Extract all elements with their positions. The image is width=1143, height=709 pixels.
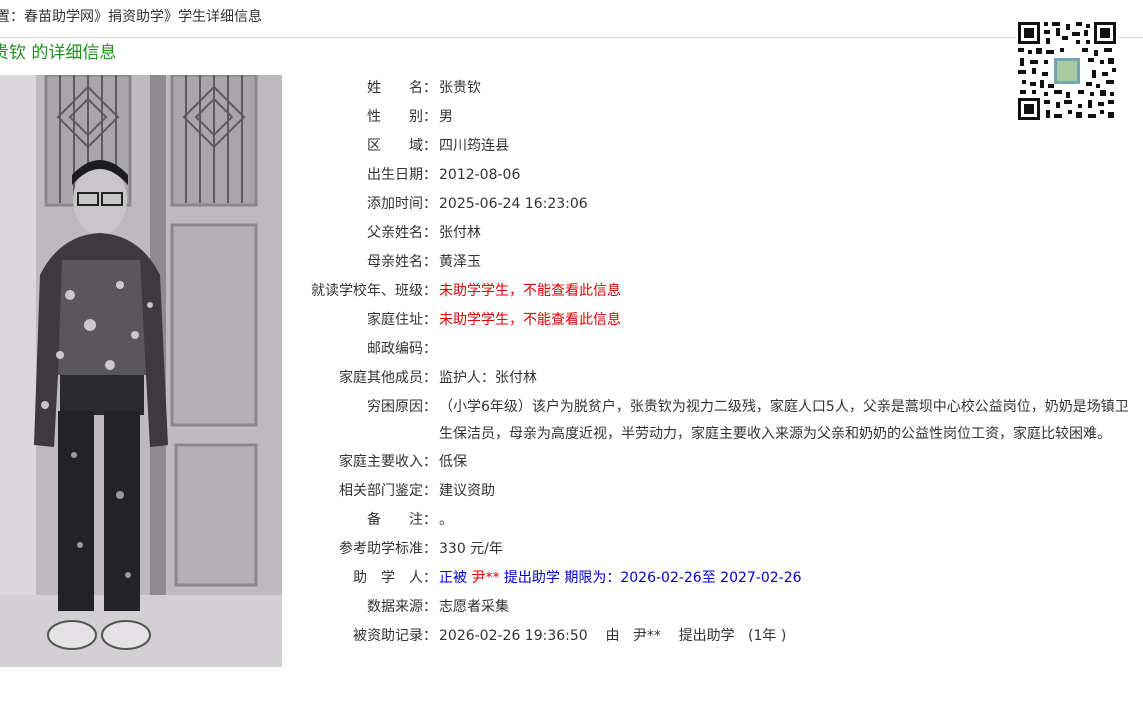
field-name: 姓 名： 张贵钦	[282, 74, 1143, 103]
field-value	[437, 335, 1143, 364]
field-address: 家庭住址： 未助学学生，不能查看此信息	[282, 306, 1143, 335]
student-photo	[0, 75, 282, 667]
field-birth: 出生日期： 2012-08-06	[282, 161, 1143, 190]
breadcrumb-prefix: 置：	[0, 9, 24, 25]
field-label: 姓 名：	[367, 80, 437, 96]
record-time: 2026-02-26 19:36:50	[439, 628, 588, 644]
breadcrumb-separator: 》	[94, 9, 108, 25]
restricted-value: 未助学学生，不能查看此信息	[439, 312, 621, 328]
field-value: 四川筠连县	[439, 138, 509, 154]
header-divider	[0, 37, 1143, 38]
field-gender: 性 别： 男	[282, 103, 1143, 132]
breadcrumb-current: 学生详细信息	[178, 9, 262, 25]
breadcrumb-link-section[interactable]: 捐资助学	[108, 9, 164, 25]
field-value: 张贵钦	[439, 80, 481, 96]
field-label: 穷困原因：	[367, 399, 437, 415]
field-standard: 参考助学标准： 330 元/年	[282, 535, 1143, 564]
field-label: 家庭主要收入：	[339, 454, 437, 470]
field-mother: 母亲姓名： 黄泽玉	[282, 248, 1143, 277]
breadcrumb: 置：春苗助学网》捐资助学》学生详细信息	[0, 6, 262, 28]
field-value: 张付林	[439, 225, 481, 241]
sponsor-donor: 尹**	[471, 570, 500, 586]
field-value: 监护人：张付林	[439, 370, 537, 386]
field-value: 2012-08-06	[439, 167, 521, 183]
field-label: 数据来源：	[367, 599, 437, 615]
field-source: 数据来源： 志愿者采集	[282, 593, 1143, 622]
record-action: 提出助学	[678, 628, 735, 644]
field-label: 就读学校年、班级：	[311, 283, 437, 299]
field-label: 出生日期：	[367, 167, 437, 183]
field-appraisal: 相关部门鉴定： 建议资助	[282, 477, 1143, 506]
field-value: 男	[439, 109, 453, 125]
field-school: 就读学校年、班级： 未助学学生，不能查看此信息	[282, 277, 1143, 306]
field-value: （小学6年级）该户为脱贫户，张贵钦为视力二级残，家庭人口5人，父亲是蒿坝中心校公…	[439, 399, 1129, 442]
field-value: 黄泽玉	[439, 254, 481, 270]
field-label: 区 域：	[367, 138, 437, 154]
field-label: 助 学 人：	[353, 570, 437, 586]
field-region: 区 域： 四川筠连县	[282, 132, 1143, 161]
field-father: 父亲姓名： 张付林	[282, 219, 1143, 248]
field-added: 添加时间： 2025-06-24 16:23:06	[282, 190, 1143, 219]
field-sponsor: 助 学 人： 正被 尹** 提出助学 期限为：2026-02-26至 2027-…	[282, 564, 1143, 593]
restricted-value: 未助学学生，不能查看此信息	[439, 283, 621, 299]
sponsor-prefix: 正被	[439, 570, 467, 586]
field-members: 家庭其他成员： 监护人：张付林	[282, 364, 1143, 393]
sponsor-status: 正被 尹** 提出助学 期限为：2026-02-26至 2027-02-26	[437, 564, 1143, 593]
student-details: 姓 名： 张贵钦 性 别： 男 区 域： 四川筠连县 出生日期： 2012-08…	[282, 74, 1143, 651]
record-donor: 尹**	[632, 628, 661, 644]
field-label: 家庭其他成员：	[339, 370, 437, 386]
field-value: 330 元/年	[439, 541, 503, 557]
field-value: 2025-06-24 16:23:06	[439, 196, 588, 212]
field-label: 被资助记录：	[353, 628, 437, 644]
field-value: 。	[439, 512, 453, 528]
page-title: 贵钦 的详细信息	[0, 43, 117, 63]
field-remark: 备 注： 。	[282, 506, 1143, 535]
sponsorship-record: 2026-02-26 19:36:50 由 尹** 提出助学 (1年 )	[437, 622, 1143, 651]
field-reason: 穷困原因： （小学6年级）该户为脱贫户，张贵钦为视力二级残，家庭人口5人，父亲是…	[282, 393, 1143, 448]
field-label: 母亲姓名：	[367, 254, 437, 270]
record-by: 由	[605, 628, 620, 644]
field-value: 志愿者采集	[439, 599, 509, 615]
field-income: 家庭主要收入： 低保	[282, 448, 1143, 477]
field-label: 家庭住址：	[367, 312, 437, 328]
field-label: 性 别：	[367, 109, 437, 125]
field-label: 添加时间：	[367, 196, 437, 212]
field-value: 建议资助	[439, 483, 495, 499]
field-label: 相关部门鉴定：	[339, 483, 437, 499]
breadcrumb-link-home[interactable]: 春苗助学网	[24, 9, 94, 25]
record-duration: (1年 )	[748, 628, 787, 644]
field-label: 参考助学标准：	[339, 541, 437, 557]
breadcrumb-separator: 》	[164, 9, 178, 25]
sponsor-period: 提出助学 期限为：2026-02-26至 2027-02-26	[503, 570, 802, 586]
field-value: 低保	[439, 454, 467, 470]
field-record: 被资助记录： 2026-02-26 19:36:50 由 尹** 提出助学 (1…	[282, 622, 1143, 651]
field-postcode: 邮政编码：	[282, 335, 1143, 364]
field-label: 备 注：	[367, 512, 437, 528]
field-label: 父亲姓名：	[367, 225, 437, 241]
field-label: 邮政编码：	[367, 341, 437, 357]
